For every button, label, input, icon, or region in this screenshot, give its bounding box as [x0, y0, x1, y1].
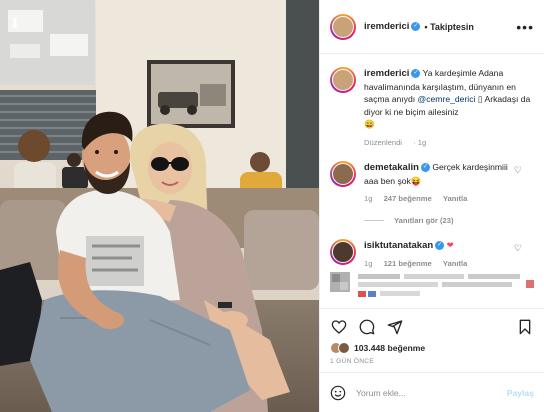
- comment-reply-button[interactable]: Yanıtla: [443, 194, 467, 203]
- verified-badge-icon: ✓: [411, 22, 421, 31]
- post-comment-button[interactable]: Paylaş: [507, 388, 534, 398]
- post-header: iremderici ✓ • Takiptesin •••: [320, 0, 544, 54]
- caption-meta: Düzenlendi · 1g: [364, 137, 534, 150]
- caption-entry: iremderici ✓ Ya kardeşimle Adana havalima…: [330, 67, 534, 149]
- ellipsis-icon[interactable]: •••: [516, 19, 534, 35]
- add-comment-bar: Paylaş: [320, 372, 544, 412]
- comments-section[interactable]: iremderici ✓ Ya kardeşimle Adana havalima…: [320, 55, 544, 301]
- comment-likes-label[interactable]: 247 beğenme: [384, 194, 432, 203]
- photo-illustration: [0, 0, 319, 412]
- comment-time: 1g: [364, 194, 373, 203]
- caption-emoji: 😄: [364, 119, 375, 129]
- commenter-avatar[interactable]: [330, 238, 356, 265]
- comment-like-heart-icon[interactable]: ♡: [514, 243, 522, 254]
- commenter-username[interactable]: demetakalin: [364, 162, 419, 173]
- edited-label-text: Düzenlendi: [364, 137, 402, 147]
- view-replies-button[interactable]: Yanıtları gör (23): [364, 216, 534, 225]
- comment-input[interactable]: [356, 387, 501, 398]
- commenter-username[interactable]: isiktutanatakan: [364, 240, 433, 251]
- comment-item: demetakalin ✓ Gerçek kardeşinmiii aaa ben…: [330, 161, 534, 206]
- author-avatar[interactable]: [330, 13, 356, 40]
- like-heart-icon[interactable]: [330, 318, 348, 336]
- follow-status[interactable]: • Takiptesin: [424, 22, 474, 32]
- post-time-ago: 1 GÜN ÖNCE: [330, 358, 375, 365]
- verified-badge-icon: ✓: [411, 69, 421, 79]
- comment-reply-label[interactable]: Yanıtla: [443, 259, 467, 268]
- emoji-smiley-icon[interactable]: [330, 385, 346, 401]
- replies-divider: [364, 219, 384, 221]
- comment-meta: 1g 247 beğenme Yanıtla: [364, 193, 516, 206]
- post-side-panel: iremderici ✓ • Takiptesin ••• iremderici…: [319, 0, 544, 412]
- comment-likes[interactable]: 247 beğenme: [384, 194, 432, 203]
- comment-reply-label[interactable]: Yanıtla: [443, 194, 467, 203]
- likes-summary[interactable]: 103.448 beğenme: [330, 342, 534, 354]
- comment-bubble-icon[interactable]: [358, 318, 376, 336]
- caption-author-avatar[interactable]: [330, 67, 356, 93]
- verified-badge-icon: ✓: [435, 240, 445, 250]
- author-username[interactable]: iremderici: [364, 21, 409, 32]
- caption-author-username[interactable]: iremderici: [364, 68, 409, 79]
- likes-count[interactable]: 103.448 beğenme: [354, 343, 425, 353]
- caption-time: 1g: [417, 137, 427, 147]
- caption-box-glyph: ▯: [477, 94, 483, 104]
- commenter-avatar[interactable]: [330, 161, 356, 187]
- follow-status-label[interactable]: Takiptesin: [430, 22, 474, 32]
- bookmark-icon[interactable]: [516, 318, 534, 336]
- comment-meta: 1g 121 beğenme Yanıtla: [364, 258, 516, 271]
- comment-emoji: 😝: [410, 175, 422, 186]
- share-paper-plane-icon[interactable]: [386, 318, 404, 336]
- comment-item: isiktutanatakan ✓ ❤ 1g 121 beğenme Yanıtl…: [330, 238, 534, 271]
- edited-label: Düzenlendi · 1g: [364, 137, 427, 147]
- post-photo[interactable]: ⬇: [0, 0, 319, 412]
- comment-heart-emoji: ❤: [446, 239, 454, 250]
- comment-likes-label[interactable]: 121 beğenme: [384, 259, 432, 268]
- comment-reply-button[interactable]: Yanıtla: [443, 259, 467, 268]
- photo-corner-icon: ⬇: [9, 15, 21, 31]
- post-actions: 103.448 beğenme 1 GÜN ÖNCE: [320, 308, 544, 365]
- comment-time: 1g: [364, 259, 373, 268]
- view-replies-label[interactable]: Yanıtları gör (23): [394, 216, 454, 225]
- liker-avatar: [338, 342, 350, 354]
- verified-badge-icon: ✓: [420, 163, 430, 173]
- blurred-comment: [330, 272, 534, 297]
- caption-mention-link[interactable]: @cemre_derici: [418, 94, 476, 104]
- comment-like-heart-icon[interactable]: ♡: [514, 165, 522, 176]
- comment-likes[interactable]: 121 beğenme: [384, 259, 432, 268]
